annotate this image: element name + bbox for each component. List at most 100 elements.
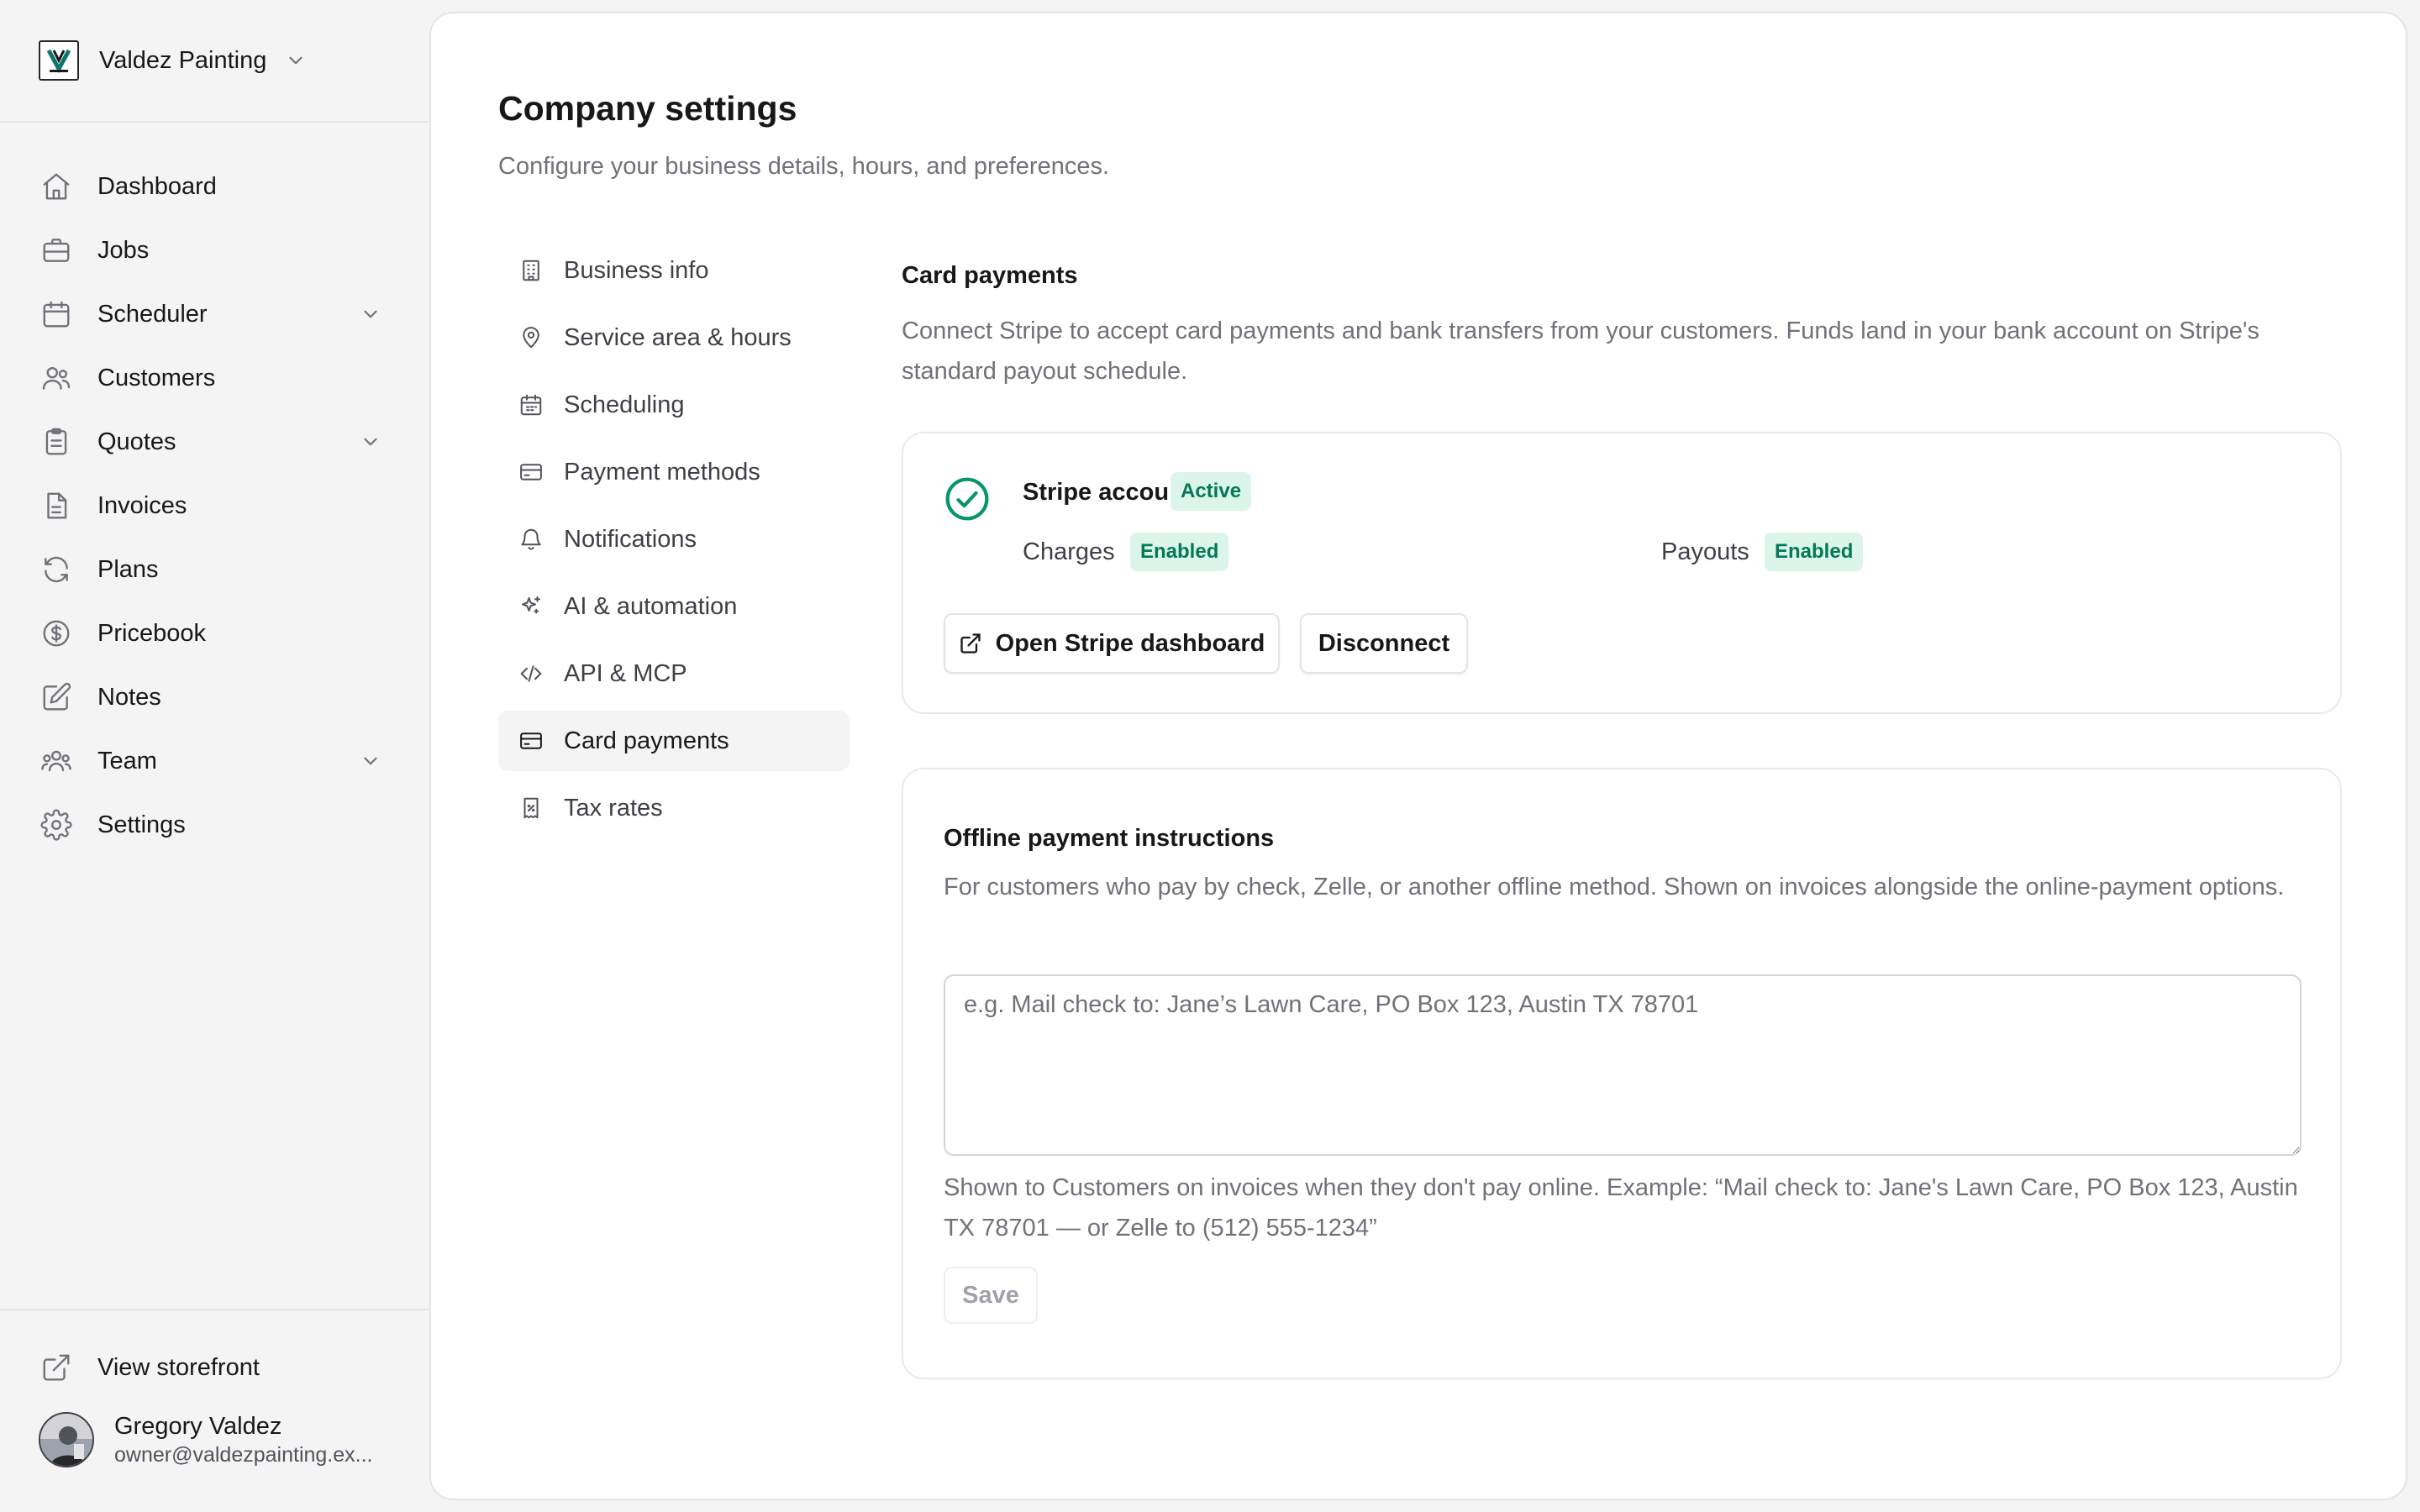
settings-tab-label: Card payments (564, 727, 729, 754)
nav-label: Customers (97, 364, 216, 391)
nav-item-plans[interactable]: Plans (20, 538, 407, 601)
nav-label: Scheduler (97, 300, 208, 328)
nav-label: Quotes (97, 428, 176, 455)
nav-label: Team (97, 747, 157, 774)
nav-item-pricebook[interactable]: Pricebook (20, 601, 407, 665)
settings-tab-tax-rates[interactable]: Tax rates (498, 778, 850, 838)
credit-card-icon (520, 464, 542, 480)
settings-tab-ai-automation[interactable]: AI & automation (498, 576, 850, 637)
settings-tab-scheduling[interactable]: Scheduling (498, 375, 850, 435)
sparkles-icon (522, 596, 540, 614)
offline-instructions-card: Offline payment instructions For custome… (902, 768, 2342, 1379)
settings-tab-business-info[interactable]: Business info (498, 240, 850, 301)
clipboard-icon (45, 428, 67, 455)
map-pin-icon (523, 327, 539, 349)
chevron-down-icon[interactable] (360, 303, 381, 325)
home-icon (43, 173, 70, 200)
file-icon (47, 492, 67, 519)
settings-tab-card-payments[interactable]: Card payments (498, 711, 850, 771)
payouts-label: Payouts (1661, 538, 1749, 565)
settings-tab-payment-methods[interactable]: Payment methods (498, 442, 850, 502)
workspace-switcher[interactable]: Valdez Painting (39, 40, 307, 81)
nav-item-invoices[interactable]: Invoices (20, 474, 407, 538)
external-link-icon (960, 633, 981, 654)
status-badge: Active (1171, 472, 1252, 511)
page-subtitle: Configure your business details, hours, … (498, 153, 1110, 180)
user-menu[interactable]: Gregory Valdez owner@valdezpainting.ex..… (39, 1411, 373, 1468)
main-panel: Company settings Configure your business… (429, 12, 2407, 1500)
chevron-down-icon (289, 56, 302, 65)
user-name: Gregory Valdez (114, 1413, 282, 1440)
view-storefront-link[interactable]: View storefront (20, 1336, 407, 1399)
settings-tab-label: Notifications (564, 525, 697, 553)
sidebar-divider (0, 1309, 429, 1310)
nav-label: Pricebook (97, 619, 206, 647)
workspace-logo (39, 40, 79, 81)
receipt-icon (523, 797, 539, 819)
save-button[interactable]: Save (944, 1267, 1038, 1324)
save-label: Save (962, 1281, 1019, 1309)
main-nav: Dashboard Jobs Scheduler Customers Quote… (20, 155, 407, 857)
briefcase-icon (43, 239, 70, 262)
settings-tab-label: Tax rates (564, 794, 663, 822)
gear-icon (40, 809, 72, 841)
nav-item-dashboard[interactable]: Dashboard (20, 155, 407, 218)
view-storefront-label: View storefront (97, 1353, 260, 1381)
charges-status-badge: Enabled (1130, 533, 1229, 571)
open-stripe-dashboard-button[interactable]: Open Stripe dashboard (944, 613, 1280, 674)
building-icon (523, 260, 539, 281)
team-icon (41, 750, 71, 772)
settings-tab-api-mcp[interactable]: API & MCP (498, 643, 850, 704)
workspace-name: Valdez Painting (99, 46, 267, 74)
settings-tab-label: Payment methods (564, 458, 760, 486)
payouts-status-badge: Enabled (1765, 533, 1864, 571)
charges-label: Charges (1023, 538, 1115, 565)
nav-item-quotes[interactable]: Quotes (20, 410, 407, 474)
edit-icon (43, 682, 71, 711)
disconnect-button[interactable]: Disconnect (1300, 613, 1468, 674)
bell-icon (521, 528, 541, 550)
check-circle-icon (945, 477, 989, 521)
nav-item-jobs[interactable]: Jobs (20, 218, 407, 282)
nav-label: Jobs (97, 236, 150, 264)
settings-tab-service-area[interactable]: Service area & hours (498, 307, 850, 368)
settings-nav: Business info Service area & hours Sched… (498, 240, 850, 845)
chevron-down-icon[interactable] (360, 750, 381, 772)
settings-tab-label: Business info (564, 256, 709, 284)
calendar-icon (43, 301, 70, 328)
dollar-icon (43, 620, 70, 647)
offline-instructions-textarea[interactable] (944, 974, 2302, 1156)
chevron-down-icon[interactable] (360, 431, 381, 453)
open-stripe-dashboard-label: Open Stripe dashboard (995, 629, 1265, 657)
offline-hint: Shown to Customers on invoices when they… (944, 1174, 2298, 1242)
code-icon (520, 665, 542, 682)
nav-item-scheduler[interactable]: Scheduler (20, 282, 407, 346)
nav-item-settings[interactable]: Settings (20, 793, 407, 857)
users-icon (42, 366, 71, 390)
user-info: Gregory Valdez owner@valdezpainting.ex..… (114, 1411, 373, 1468)
section-description: Connect Stripe to accept card payments a… (902, 318, 2260, 385)
nav-label: Notes (97, 683, 161, 711)
settings-tab-label: Service area & hours (564, 323, 792, 351)
settings-tab-label: Scheduling (564, 391, 685, 418)
sidebar: Valdez Painting Dashboard Jobs Scheduler… (0, 0, 429, 1512)
nav-item-customers[interactable]: Customers (20, 346, 407, 410)
settings-tab-label: AI & automation (564, 592, 738, 620)
credit-card-icon (520, 732, 542, 749)
settings-tab-notifications[interactable]: Notifications (498, 509, 850, 570)
section-title: Card payments (902, 262, 1078, 289)
avatar (39, 1412, 94, 1467)
offline-title: Offline payment instructions (944, 825, 1275, 852)
stripe-account-card: Stripe account Active Charges Enabled Pa… (902, 432, 2342, 714)
refresh-icon (45, 556, 68, 583)
offline-description: For customers who pay by check, Zelle, o… (944, 874, 2285, 900)
external-link-icon (43, 1354, 70, 1381)
sidebar-divider (0, 121, 429, 123)
stripe-account-title: Stripe account (1023, 479, 1192, 506)
nav-item-notes[interactable]: Notes (20, 665, 407, 729)
nav-item-team[interactable]: Team (20, 729, 407, 793)
user-email: owner@valdezpainting.ex... (114, 1443, 373, 1467)
settings-tab-label: API & MCP (564, 659, 687, 687)
disconnect-label: Disconnect (1318, 629, 1450, 657)
page-title: Company settings (498, 89, 797, 128)
